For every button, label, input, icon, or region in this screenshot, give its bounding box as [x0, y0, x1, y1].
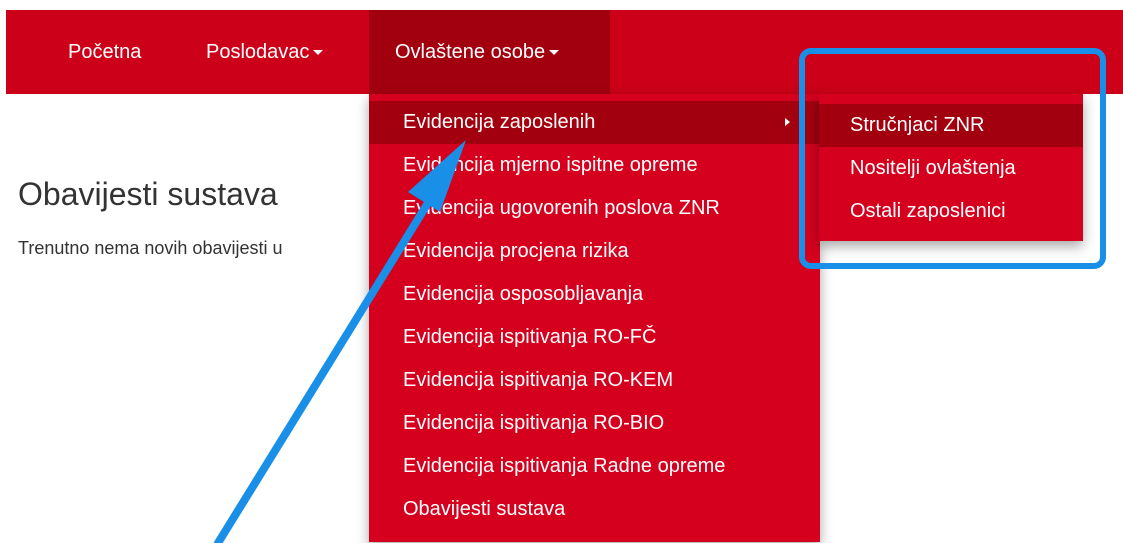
page-title: Obavijesti sustava: [18, 176, 278, 212]
menu-item-testing-work-equipment[interactable]: Evidencija ispitivanja Radne opreme: [369, 445, 820, 488]
nav-employer-dropdown[interactable]: Poslodavac: [206, 10, 366, 94]
nav-employer-label: Poslodavac: [206, 41, 310, 63]
menu-item-label: Evidencija ispitivanja Radne opreme: [403, 455, 726, 477]
nav-home[interactable]: Početna: [68, 10, 168, 94]
submenu-item-label: Nositelji ovlaštenja: [850, 157, 1016, 179]
menu-item-system-notifications[interactable]: Obavijesti sustava: [369, 488, 820, 531]
menu-item-label: Evidencija procjena rizika: [403, 240, 629, 262]
submenu-item-authorization-holders[interactable]: Nositelji ovlaštenja: [819, 147, 1083, 190]
menu-item-risk-assessments[interactable]: Evidencija procjena rizika: [369, 230, 820, 273]
nav-home-label: Početna: [68, 41, 142, 63]
notifications-empty-text: Trenutno nema novih obavijesti u: [18, 238, 283, 258]
employee-records-submenu: Stručnjaci ZNR Nositelji ovlaštenja Osta…: [819, 94, 1083, 241]
menu-item-label: Evidencija mjerno ispitne opreme: [403, 154, 698, 176]
nav-authorized-persons-dropdown[interactable]: Ovlaštene osobe: [369, 10, 610, 94]
caret-down-icon: [313, 50, 324, 56]
submenu-item-label: Stručnjaci ZNR: [850, 114, 985, 136]
chevron-right-icon: [785, 118, 790, 126]
submenu-item-znr-experts[interactable]: Stručnjaci ZNR: [819, 104, 1083, 147]
menu-item-employee-records[interactable]: Evidencija zaposlenih: [369, 101, 820, 144]
nav-authorized-persons-label: Ovlaštene osobe: [395, 41, 546, 63]
caret-down-icon: [549, 50, 560, 56]
menu-item-testing-ro-fc[interactable]: Evidencija ispitivanja RO-FČ: [369, 316, 820, 359]
menu-item-label: Evidencija zaposlenih: [403, 111, 596, 133]
menu-item-label: Obavijesti sustava: [403, 498, 566, 520]
menu-item-label: Evidencija ispitivanja RO-FČ: [403, 326, 657, 348]
menu-item-contracted-work[interactable]: Evidencija ugovorenih poslova ZNR: [369, 187, 820, 230]
top-navbar: Početna Poslodavac Ovlaštene osobe: [6, 10, 1123, 94]
menu-item-label: Evidencija ispitivanja RO-KEM: [403, 369, 674, 391]
menu-item-measuring-equipment[interactable]: Evidencija mjerno ispitne opreme: [369, 144, 820, 187]
submenu-item-other-employees[interactable]: Ostali zaposlenici: [819, 190, 1083, 233]
menu-item-label: Evidencija ispitivanja RO-BIO: [403, 412, 665, 434]
menu-item-testing-ro-kem[interactable]: Evidencija ispitivanja RO-KEM: [369, 359, 820, 402]
menu-item-training[interactable]: Evidencija osposobljavanja: [369, 273, 820, 316]
menu-item-testing-ro-bio[interactable]: Evidencija ispitivanja RO-BIO: [369, 402, 820, 445]
authorized-persons-menu: Evidencija zaposlenih Evidencija mjerno …: [369, 94, 820, 542]
menu-item-label: Evidencija osposobljavanja: [403, 283, 644, 305]
submenu-item-label: Ostali zaposlenici: [850, 200, 1006, 222]
menu-item-label: Evidencija ugovorenih poslova ZNR: [403, 197, 720, 219]
